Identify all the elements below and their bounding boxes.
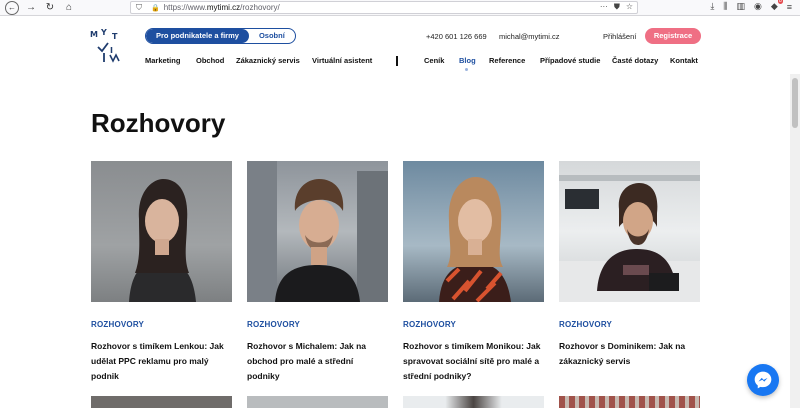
article-title[interactable]: Rozhovor s timíkem Lenkou: Jak udělat PP…	[91, 339, 232, 384]
segment-business[interactable]: Pro podnikatele a firmy	[146, 29, 249, 43]
main-nav: Marketing Obchod Zákaznický servis Virtu…	[0, 56, 800, 71]
menu-icon[interactable]: ≡	[787, 2, 792, 12]
pocket-icon[interactable]: ⛊	[614, 2, 620, 12]
article-photo[interactable]	[559, 161, 700, 302]
library-icon[interactable]: ⫼	[723, 1, 727, 12]
back-icon[interactable]: ←	[5, 0, 19, 15]
download-icon[interactable]: ⤓	[710, 1, 714, 12]
notification-badge: 8	[777, 0, 783, 4]
page-scrollbar[interactable]	[790, 74, 800, 408]
forward-icon[interactable]: →	[24, 1, 38, 15]
article-title[interactable]: Rozhovor s Michalem: Jak na obchod pro m…	[247, 339, 388, 384]
lock-icon: 🔒	[151, 4, 160, 12]
logo-letter-t: T	[112, 32, 118, 41]
nav-marketing[interactable]: Marketing	[145, 56, 180, 65]
logo-letter-y: Y	[101, 28, 107, 37]
nav-pripadove-studie[interactable]: Případové studie	[540, 56, 600, 65]
article-title[interactable]: Rozhovor s timíkem Monikou: Jak spravova…	[403, 339, 544, 384]
bookmark-icon[interactable]: ☆	[626, 2, 633, 12]
category-tag[interactable]: ROZHOVORY	[247, 320, 388, 329]
page-content: Rozhovory ROZHOVORY Rozhovor s timíkem L…	[0, 74, 790, 408]
article-photo[interactable]	[91, 161, 232, 302]
article-card[interactable]: ROZHOVORY Rozhovor s Dominikem: Jak na z…	[559, 161, 700, 369]
logo-letter-m: M	[90, 30, 98, 39]
home-icon[interactable]: ⌂	[62, 1, 76, 15]
more-icon[interactable]: ···	[600, 2, 608, 12]
url-path: /rozhovory/	[240, 3, 280, 12]
url-domain: mytimi.cz	[206, 3, 241, 12]
nav-cenik[interactable]: Ceník	[424, 56, 444, 65]
phone-link[interactable]: +420 601 126 669	[426, 32, 487, 41]
category-tag[interactable]: ROZHOVORY	[559, 320, 700, 329]
url-prefix: https://www.	[163, 3, 207, 12]
category-tag[interactable]: ROZHOVORY	[91, 320, 232, 329]
reload-icon[interactable]: ↻	[43, 1, 57, 15]
browser-toolbar: ← → ↻ ⌂ ⛉ 🔒 https://www. mytimi.cz/rozhov…	[0, 0, 800, 16]
nav-divider	[396, 56, 398, 66]
nav-caste-dotazy[interactable]: Časté dotazy	[612, 56, 658, 65]
article-photo[interactable]	[403, 161, 544, 302]
nav-kontakt[interactable]: Kontakt	[670, 56, 698, 65]
audience-switch[interactable]: Pro podnikatele a firmy Osobní	[145, 28, 296, 44]
category-tag[interactable]: ROZHOVORY	[403, 320, 544, 329]
article-card[interactable]: ROZHOVORY Rozhovor s timíkem Lenkou: Jak…	[91, 161, 232, 384]
article-photo[interactable]	[91, 396, 232, 408]
email-link[interactable]: michal@mytimi.cz	[499, 32, 560, 41]
extension-icon[interactable]: ◆ 8	[771, 0, 783, 12]
page-title: Rozhovory	[91, 108, 226, 138]
article-photo[interactable]	[403, 396, 544, 408]
nav-obchod[interactable]: Obchod	[196, 56, 224, 65]
sidebar-icon[interactable]: ▥	[736, 1, 745, 12]
nav-reference[interactable]: Reference	[489, 56, 525, 65]
article-card[interactable]: ROZHOVORY Rozhovor s timíkem Monikou: Ja…	[403, 161, 544, 384]
article-title[interactable]: Rozhovor s Dominikem: Jak na zákaznický …	[559, 339, 700, 369]
segment-personal[interactable]: Osobní	[249, 29, 295, 43]
article-photo[interactable]	[247, 396, 388, 408]
scrollbar-thumb[interactable]	[792, 78, 798, 128]
shield-icon: ⛉	[136, 3, 142, 12]
nav-zakaznicky-servis[interactable]: Zákaznický servis	[236, 56, 300, 65]
messenger-icon	[754, 371, 772, 389]
article-photo[interactable]	[247, 161, 388, 302]
article-card[interactable]: ROZHOVORY Rozhovor s Michalem: Jak na ob…	[247, 161, 388, 384]
article-photo[interactable]	[559, 396, 700, 408]
login-link[interactable]: Přihlášení	[603, 32, 636, 41]
messenger-chat-button[interactable]	[747, 364, 779, 396]
nav-blog[interactable]: Blog	[459, 56, 476, 65]
url-bar[interactable]: ⛉ 🔒 https://www. mytimi.cz/rozhovory/ ···…	[130, 1, 638, 14]
site-header: M Y T I Pro podnikatele a firmy Osobní +…	[0, 16, 800, 74]
register-button[interactable]: Registrace	[645, 28, 701, 44]
nav-virtualni-asistent[interactable]: Virtuální asistent	[312, 56, 372, 65]
nav-active-indicator	[465, 68, 468, 71]
account-icon[interactable]: ◉	[754, 1, 762, 12]
